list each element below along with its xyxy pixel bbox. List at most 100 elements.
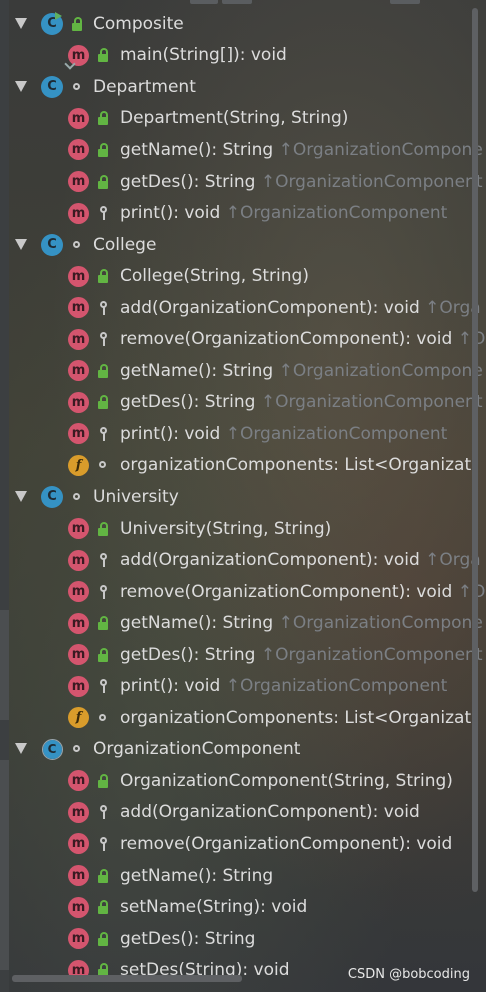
tree-node-method[interactable]: m getDes(): String ↑OrganizationComponent: [0, 166, 486, 198]
method-icon: m: [68, 833, 89, 855]
inherited-from-label: ↑OrganizationComponent: [260, 171, 483, 192]
tree-node-class[interactable]: C OrganizationComponent: [0, 734, 486, 766]
expand-arrow-icon[interactable]: [14, 80, 28, 93]
tree-node-class[interactable]: C College: [0, 229, 486, 261]
method-icon: m: [68, 265, 89, 287]
protected-key-icon: [97, 805, 109, 820]
tree-node-label: print(): void ↑OrganizationComponent: [120, 676, 447, 696]
package-private-icon: [71, 80, 83, 94]
member-signature: add(OrganizationComponent): void: [120, 802, 420, 823]
package-private-icon: [71, 742, 83, 756]
tree-node-method[interactable]: m getName(): String ↑OrganizationCompone: [0, 607, 486, 639]
tree-node-label: College(String, String): [120, 266, 309, 286]
expand-arrow-icon[interactable]: [14, 490, 28, 503]
member-signature: print(): void: [120, 676, 226, 697]
tree-node-label: OrganizationComponent(String, String): [120, 771, 453, 791]
tree-node-class[interactable]: C Department: [0, 71, 486, 103]
tree-node-method[interactable]: m getDes(): String ↑OrganizationComponent: [0, 639, 486, 671]
tree-node-method[interactable]: m remove(OrganizationComponent): void: [0, 828, 486, 860]
member-signature: College(String, String): [120, 266, 309, 287]
tree-node-label: getDes(): String ↑OrganizationComponent: [120, 392, 482, 412]
package-private-icon: [97, 711, 109, 725]
public-lock-icon: [97, 773, 109, 788]
tree-node-label: University: [93, 487, 179, 507]
abstract-class-icon: C: [41, 738, 63, 760]
tree-node-method[interactable]: m Department(String, String): [0, 103, 486, 135]
tree-node-class[interactable]: C Composite: [0, 8, 486, 40]
public-lock-icon: [97, 142, 109, 157]
tree-node-method[interactable]: m print(): void ↑OrganizationComponent: [0, 418, 486, 450]
method-icon: m: [68, 518, 89, 540]
method-icon: m: [68, 297, 89, 319]
tree-node-method[interactable]: m getDes(): String: [0, 923, 486, 955]
tree-node-label: remove(OrganizationComponent): void ↑O: [120, 329, 485, 349]
member-signature: Composite: [93, 13, 184, 34]
expand-arrow-icon[interactable]: [14, 743, 28, 755]
inherited-from-label: ↑OrganizationComponent: [225, 203, 448, 224]
class-icon: C: [41, 485, 63, 508]
tree-node-method[interactable]: m remove(OrganizationComponent): void ↑O: [0, 576, 486, 608]
public-lock-icon: [97, 647, 109, 662]
member-signature: OrganizationComponent: [93, 739, 301, 760]
tree-node-method[interactable]: m add(OrganizationComponent): void ↑Orga: [0, 292, 486, 324]
tree-node-method[interactable]: m getName(): String: [0, 860, 486, 892]
tree-node-method[interactable]: m getName(): String ↑OrganizationCompone: [0, 134, 486, 166]
expand-arrow-icon[interactable]: [14, 17, 28, 30]
member-signature: remove(OrganizationComponent): void: [120, 329, 458, 350]
horizontal-scrollbar[interactable]: [12, 975, 242, 982]
public-lock-icon: [97, 900, 109, 915]
public-lock-icon: [97, 269, 109, 284]
tree-node-label: getDes(): String ↑OrganizationComponent: [120, 645, 482, 665]
tree-node-field[interactable]: f organizationComponents: List<Organizati: [0, 450, 486, 482]
member-signature: getName(): String: [120, 360, 279, 381]
tree-node-method[interactable]: m print(): void ↑OrganizationComponent: [0, 197, 486, 229]
tree-node-method[interactable]: m OrganizationComponent(String, String): [0, 765, 486, 797]
tree-node-label: organizationComponents: List<Organizati: [120, 708, 476, 728]
tree-node-method[interactable]: m getName(): String ↑OrganizationCompone: [0, 355, 486, 387]
tree-node-method[interactable]: m add(OrganizationComponent): void ↑Orga: [0, 544, 486, 576]
tree-node-class[interactable]: C University: [0, 481, 486, 513]
member-signature: remove(OrganizationComponent): void: [120, 833, 453, 854]
tree-node-method[interactable]: m College(String, String): [0, 260, 486, 292]
toolbar-tab[interactable]: [222, 0, 252, 4]
method-icon: m: [68, 423, 89, 445]
vertical-scrollbar[interactable]: [472, 8, 478, 892]
tree-node-label: getDes(): String ↑OrganizationComponent: [120, 172, 482, 192]
inherited-from-label: ↑OrganizationComponent: [260, 644, 483, 665]
protected-key-icon: [97, 332, 109, 347]
method-icon: m: [68, 644, 89, 666]
field-icon: f: [68, 707, 89, 729]
tree-node-method[interactable]: m remove(OrganizationComponent): void ↑O: [0, 323, 486, 355]
protected-key-icon: [97, 584, 109, 599]
member-signature: OrganizationComponent(String, String): [120, 770, 453, 791]
member-signature: organizationComponents: List<Organizati: [120, 455, 476, 476]
tree-node-method[interactable]: m setName(String): void: [0, 891, 486, 923]
tree-node-method[interactable]: m getDes(): String ↑OrganizationComponent: [0, 387, 486, 419]
member-signature: getDes(): String: [120, 171, 261, 192]
tree-node-method[interactable]: m University(String, String): [0, 513, 486, 545]
member-signature: print(): void: [120, 203, 226, 224]
protected-key-icon: [97, 300, 109, 315]
inherited-from-label: ↑OrganizationComponent: [225, 423, 448, 444]
public-lock-icon: [97, 363, 109, 378]
method-icon: m: [68, 360, 89, 382]
toolbar-tab[interactable]: [390, 0, 420, 4]
method-icon: m: [68, 801, 89, 823]
tree-node-method[interactable]: m add(OrganizationComponent): void: [0, 797, 486, 829]
toolbar-tab[interactable]: [190, 0, 218, 4]
member-signature: getDes(): String: [120, 392, 261, 413]
tree-node-label: Composite: [93, 14, 184, 34]
tree-node-field[interactable]: f organizationComponents: List<Organizati: [0, 702, 486, 734]
tree-node-label: getDes(): String: [120, 929, 255, 949]
tree-node-label: add(OrganizationComponent): void ↑Orga: [120, 298, 481, 318]
inherited-from-label: ↑OrganizationComponent: [225, 676, 448, 697]
tree-node-label: OrganizationComponent: [93, 739, 300, 759]
expand-arrow-icon[interactable]: [14, 238, 28, 251]
structure-tree[interactable]: C Composite m main(String[]): void C Departme…: [0, 8, 486, 986]
protected-key-icon: [97, 553, 109, 568]
tree-node-label: getName(): String ↑OrganizationCompone: [120, 361, 483, 381]
tree-node-method[interactable]: m main(String[]): void: [0, 40, 486, 72]
method-icon: m: [68, 139, 89, 161]
tree-node-method[interactable]: m print(): void ↑OrganizationComponent: [0, 670, 486, 702]
member-signature: main(String[]): void: [120, 45, 287, 66]
